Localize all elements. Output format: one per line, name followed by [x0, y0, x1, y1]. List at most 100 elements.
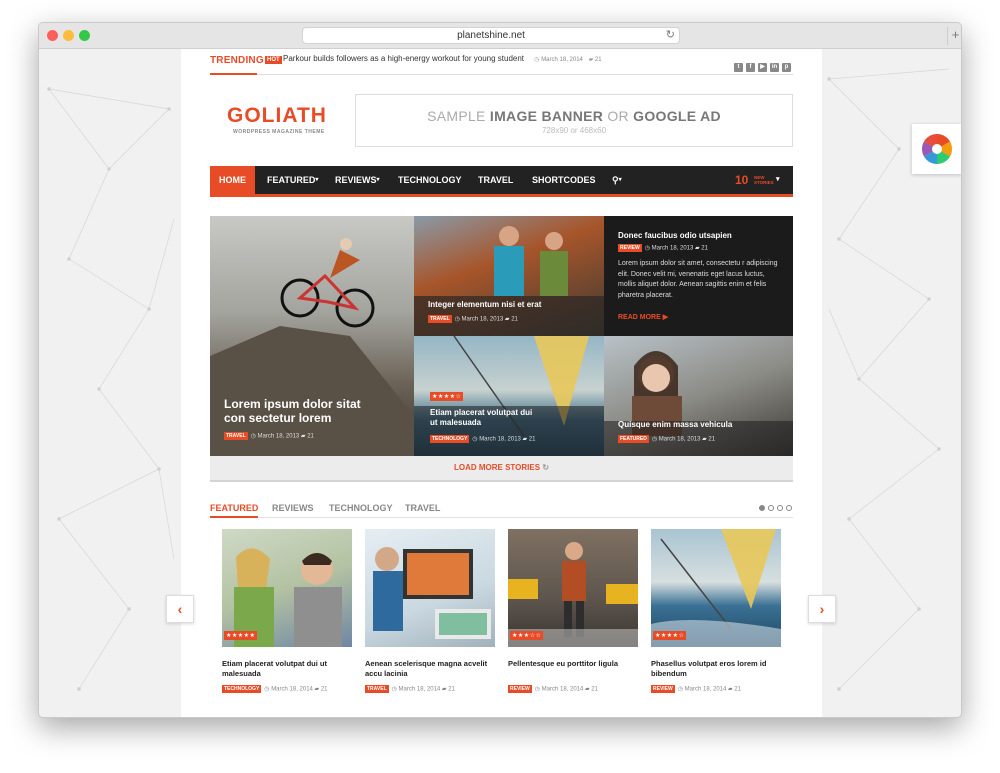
new-stories-label[interactable]: NEW STORIES: [754, 175, 774, 185]
featured-tile-hikers[interactable]: Integer elementum nisi et erat TRAVEL ◷ M…: [414, 216, 604, 336]
trending-underline: [210, 73, 257, 75]
trending-label: TRENDING: [210, 55, 264, 66]
card-meta: TECHNOLOGY ◷ March 18, 2014 ▰ 21: [222, 685, 328, 693]
text-article-excerpt: Lorem ipsum dolor sit amet, consectetu r…: [618, 260, 778, 299]
trending-date: March 18, 2014: [541, 57, 583, 63]
tag-badge[interactable]: REVIEW: [618, 244, 642, 252]
rating-stars: ★★★★☆: [653, 631, 687, 640]
hikers-article-meta: TRAVEL ◷ March 18, 2013 ▰ 21: [428, 315, 518, 323]
address-bar[interactable]: planetshine.net ↻: [302, 27, 680, 44]
card-image[interactable]: ★★★☆☆: [508, 529, 638, 647]
featured-tile-woman[interactable]: Quisque enim massa vehicula FEATURED ◷ Ma…: [604, 336, 793, 456]
clock-icon: ◷: [651, 436, 659, 443]
reload-icon[interactable]: ↻: [666, 28, 675, 43]
address-text: planetshine.net: [457, 30, 525, 41]
tab-featured[interactable]: FEATURED: [210, 503, 258, 513]
chevron-down-icon: ▾: [376, 177, 380, 183]
carousel-dot[interactable]: [777, 505, 783, 511]
computer-user-image: [373, 547, 491, 639]
chevron-down-icon[interactable]: ▾: [776, 166, 780, 194]
card-title[interactable]: Etiam placerat volutpat dui ut malesuada: [222, 659, 352, 679]
trending-meta: ◷ March 18, 2014 ▰ 21: [534, 57, 601, 63]
close-window-button[interactable]: [47, 30, 58, 41]
clock-icon: ◷: [677, 686, 685, 693]
tag-badge[interactable]: FEATURED: [618, 435, 649, 443]
youtube-icon[interactable]: ▶: [758, 63, 767, 72]
trending-headline[interactable]: Parkour builds followers as a high-energ…: [283, 54, 602, 63]
linkedin-icon[interactable]: in: [770, 63, 779, 72]
trending-divider: [210, 74, 793, 75]
card-image[interactable]: ★★★★☆: [651, 529, 781, 647]
minimize-window-button[interactable]: [63, 30, 74, 41]
comment-icon: ▰: [312, 686, 321, 693]
pinterest-icon[interactable]: p: [782, 63, 791, 72]
hikers-article-title[interactable]: Integer elementum nisi et erat: [428, 300, 541, 310]
tag-badge[interactable]: TECHNOLOGY: [222, 685, 262, 693]
chevron-right-icon: ›: [819, 601, 825, 617]
text-article-title[interactable]: Donec faucibus odio utsapien: [618, 231, 732, 241]
clock-icon: ◷: [534, 57, 540, 63]
carousel-next-button[interactable]: ›: [808, 595, 836, 623]
tag-badge[interactable]: REVIEW: [508, 685, 532, 693]
comment-icon: ▰: [299, 433, 308, 440]
card-image[interactable]: ★★★★★: [222, 529, 352, 647]
chevron-down-icon: ▾: [315, 177, 319, 183]
rating-stars: ★★★☆☆: [510, 631, 544, 640]
site-logo[interactable]: GOLIATH: [227, 104, 327, 128]
ad-banner[interactable]: SAMPLE IMAGE BANNER OR GOOGLE AD 728x90 …: [355, 94, 793, 147]
city-walker-image: [508, 542, 638, 647]
carousel-dot[interactable]: [786, 505, 792, 511]
tag-badge[interactable]: TRAVEL: [428, 315, 452, 323]
sail-article-title[interactable]: Etiam placerat volutpat dui ut malesuada: [430, 408, 532, 428]
new-stories-count[interactable]: 10: [735, 173, 748, 187]
load-more-button[interactable]: LOAD MORE STORIES ↻: [210, 456, 793, 482]
carousel-dot[interactable]: [768, 505, 774, 511]
maximize-window-button[interactable]: [79, 30, 90, 41]
tab-reviews[interactable]: REVIEWS: [272, 503, 314, 513]
card-meta: REVIEW ◷ March 18, 2014 ▰ 21: [651, 685, 741, 693]
nav-technology[interactable]: TECHNOLOGY: [398, 166, 462, 194]
social-links: t f ▶ in p: [731, 55, 791, 73]
nav-featured[interactable]: FEATURED▾: [267, 166, 318, 194]
active-tab-underline: [210, 516, 258, 518]
sail-article-meta: TECHNOLOGY ◷ March 18, 2013 ▰ 21: [430, 435, 536, 443]
text-article-meta: REVIEW ◷ March 18, 2013 ▰ 21: [618, 244, 708, 252]
new-tab-button[interactable]: +: [947, 27, 961, 45]
comment-icon: ▰: [440, 686, 449, 693]
tag-badge[interactable]: TRAVEL: [224, 432, 248, 440]
card-image[interactable]: [365, 529, 495, 647]
card-title[interactable]: Aenean scelerisque magna acvelit accu la…: [365, 659, 495, 679]
facebook-icon[interactable]: f: [746, 63, 755, 72]
site-tagline: WORDPRESS MAGAZINE THEME: [233, 129, 325, 135]
nav-travel[interactable]: TRAVEL: [478, 166, 513, 194]
clock-icon: ◷: [534, 686, 542, 693]
tab-travel[interactable]: TRAVEL: [405, 503, 440, 513]
featured-tile-main[interactable]: Lorem ipsum dolor sitat con sectetur lore…: [210, 216, 414, 456]
nav-reviews[interactable]: REVIEWS▾: [335, 166, 380, 194]
featured-tile-text[interactable]: Donec faucibus odio utsapien REVIEW ◷ Mar…: [604, 216, 793, 336]
style-switcher-button[interactable]: [912, 124, 961, 174]
card-title[interactable]: Phasellus volutpat eros lorem id bibendu…: [651, 659, 781, 679]
clock-icon: ◷: [644, 245, 652, 252]
clock-icon: ◷: [250, 433, 258, 440]
tag-badge[interactable]: TECHNOLOGY: [430, 435, 470, 443]
featured-tile-sail[interactable]: ★★★★☆ Etiam placerat volutpat dui ut male…: [414, 336, 604, 456]
nav-shortcodes[interactable]: SHORTCODES: [532, 166, 596, 194]
banner-size: 728x90 or 468x60: [541, 126, 607, 135]
woman-article-title[interactable]: Quisque enim massa vehicula: [618, 420, 732, 430]
nav-home[interactable]: HOME: [210, 166, 255, 194]
card-title[interactable]: Pellentesque eu porttitor ligula: [508, 659, 638, 669]
tag-badge[interactable]: REVIEW: [651, 685, 675, 693]
read-more-link[interactable]: READ MORE ▶: [618, 313, 668, 321]
tag-badge[interactable]: TRAVEL: [365, 685, 389, 693]
search-icon[interactable]: ⚲▾: [612, 166, 622, 194]
main-article-title[interactable]: Lorem ipsum dolor sitat con sectetur lore…: [224, 397, 361, 425]
comment-icon: ▰: [588, 57, 594, 63]
card-meta: REVIEW ◷ March 18, 2014 ▰ 21: [508, 685, 598, 693]
carousel-prev-button[interactable]: ‹: [166, 595, 194, 623]
trending-headline-text[interactable]: Parkour builds followers as a high-energ…: [283, 54, 524, 63]
clock-icon: ◷: [454, 316, 462, 323]
twitter-icon[interactable]: t: [734, 63, 743, 72]
tab-technology[interactable]: TECHNOLOGY: [329, 503, 393, 513]
carousel-dot[interactable]: [759, 505, 765, 511]
